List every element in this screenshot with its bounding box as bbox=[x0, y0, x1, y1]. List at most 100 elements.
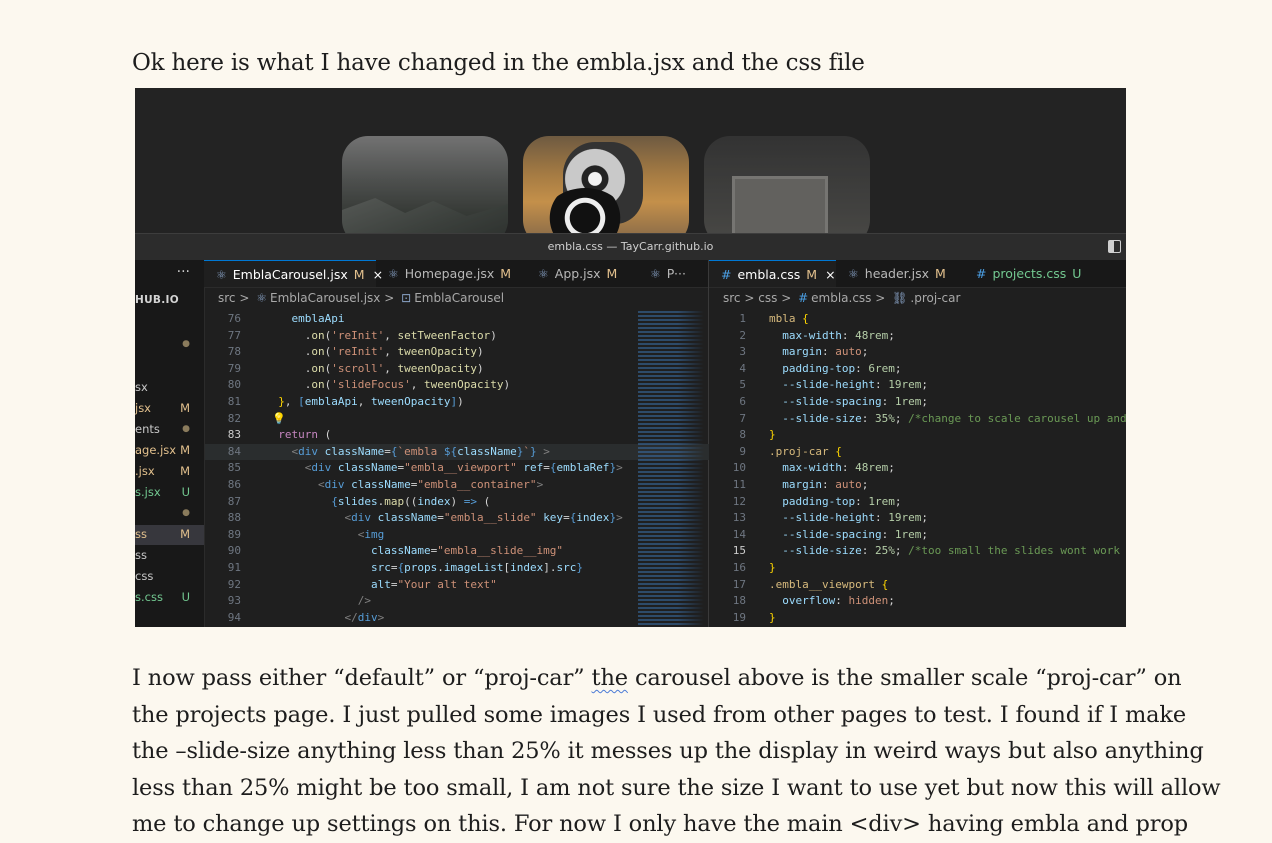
breadcrumb-file[interactable]: EmblaCarousel.jsx bbox=[270, 291, 380, 305]
code-line[interactable]: 9 .proj-car { bbox=[710, 444, 1126, 461]
code-line[interactable]: 10 max-width: 48rem; bbox=[710, 460, 1126, 477]
git-status-badge: U bbox=[181, 590, 190, 604]
line-number: 14 bbox=[732, 527, 746, 541]
git-status-badge: ● bbox=[182, 508, 190, 518]
code-line[interactable]: 4 padding-top: 6rem; bbox=[710, 361, 1126, 378]
react-file-icon: ⚛ bbox=[388, 267, 399, 281]
code-line[interactable]: 90 className="embla__slide__img" bbox=[205, 543, 709, 560]
code-line[interactable]: 94 </div> bbox=[205, 610, 709, 627]
code-line[interactable]: 93 /> bbox=[205, 593, 709, 610]
code-line[interactable]: 5 --slide-height: 19rem; bbox=[710, 377, 1126, 394]
code-line[interactable]: 7 --slide-size: 35%; /*change to scale c… bbox=[710, 411, 1126, 428]
code-text: <div className="embla__viewport" ref={em… bbox=[304, 461, 623, 475]
editor-tab[interactable]: # projects.css U bbox=[964, 260, 1126, 287]
code-line[interactable]: 87 {slides.map((index) => ( bbox=[205, 494, 709, 511]
code-line[interactable]: 17 .embla__viewport { bbox=[710, 577, 1126, 594]
tab-label: App.jsx bbox=[554, 266, 601, 281]
explorer-file-name: css bbox=[135, 569, 154, 583]
breadcrumb-file[interactable]: embla.css bbox=[811, 291, 871, 305]
explorer-file-row[interactable]: ● bbox=[135, 504, 204, 524]
breadcrumb-symbol[interactable]: EmblaCarousel bbox=[414, 291, 504, 305]
code-line[interactable]: 8} bbox=[710, 427, 1126, 444]
code-line[interactable]: 83 return ( bbox=[205, 427, 709, 444]
code-line[interactable]: 79 .on('scroll', tweenOpacity) bbox=[205, 361, 709, 378]
lightbulb-icon[interactable]: 💡 bbox=[272, 411, 286, 428]
explorer-file-row[interactable]: sx bbox=[135, 378, 204, 398]
tab-label: Homepage.jsx bbox=[404, 266, 495, 281]
code-line[interactable]: 12 padding-top: 1rem; bbox=[710, 494, 1126, 511]
code-line[interactable]: 80 .on('slideFocus', tweenOpacity) bbox=[205, 377, 709, 394]
minimap[interactable] bbox=[638, 311, 704, 627]
code-line[interactable]: 89 <img bbox=[205, 527, 709, 544]
line-number: 16 bbox=[732, 560, 746, 574]
body-text-line: me to change up settings on this. For no… bbox=[132, 806, 1188, 843]
code-line[interactable]: 11 margin: auto; bbox=[710, 477, 1126, 494]
code-line[interactable]: 85 <div className="embla__viewport" ref=… bbox=[205, 460, 709, 477]
editor-tab[interactable]: ⚛ App.jsx M bbox=[526, 260, 638, 287]
breadcrumb-src[interactable]: src bbox=[218, 291, 236, 305]
code-line[interactable]: 15 --slide-size: 25%; /*too small the sl… bbox=[710, 543, 1126, 560]
body-text-line: the projects page. I just pulled some im… bbox=[132, 697, 1186, 734]
code-text: margin: auto; bbox=[782, 477, 869, 491]
spellcheck-word[interactable]: the bbox=[592, 665, 629, 691]
css-file-icon: # bbox=[721, 267, 732, 282]
code-text: --slide-height: 19rem; bbox=[782, 378, 928, 392]
breadcrumb-sep: > bbox=[744, 291, 755, 305]
code-line[interactable]: 81 }, [emblaApi, tweenOpacity]) bbox=[205, 394, 709, 411]
explorer-file-row[interactable]: ss bbox=[135, 546, 204, 566]
git-status-badge: M bbox=[180, 401, 190, 415]
code-line[interactable]: 13 --slide-height: 19rem; bbox=[710, 510, 1126, 527]
code-line[interactable]: 86 <div className="embla__container"> bbox=[205, 477, 709, 494]
code-line[interactable]: 76 emblaApi bbox=[205, 311, 709, 328]
code-line[interactable]: 3 margin: auto; bbox=[710, 344, 1126, 361]
breadcrumb-folder[interactable]: css bbox=[758, 291, 777, 305]
explorer-file-row[interactable]: ● bbox=[135, 335, 204, 355]
code-line[interactable]: 19} bbox=[710, 610, 1126, 627]
editor-tab[interactable]: ⚛ EmblaCarousel.jsx M × bbox=[204, 260, 383, 287]
code-line[interactable]: 91 src={props.imageList[index].src} bbox=[205, 560, 709, 577]
more-actions-icon[interactable]: ··· bbox=[135, 260, 204, 287]
code-line[interactable]: 82 💡 bbox=[205, 411, 709, 428]
window-title: embla.css — TayCarr.github.io bbox=[547, 240, 714, 253]
close-tab-icon[interactable]: × bbox=[825, 267, 835, 282]
code-line[interactable]: 6 --slide-spacing: 1rem; bbox=[710, 394, 1126, 411]
line-number: 15 bbox=[732, 544, 746, 558]
explorer-file-name: ss bbox=[135, 527, 147, 541]
tab-overflow-icon[interactable]: ··· bbox=[668, 260, 708, 287]
line-number: 2 bbox=[739, 328, 746, 342]
code-line[interactable]: 77 .on('reInit', setTweenFactor) bbox=[205, 328, 709, 345]
breadcrumb-symbol[interactable]: .proj-car bbox=[910, 291, 960, 305]
explorer-file-row[interactable]: jsx M bbox=[135, 399, 204, 419]
explorer-file-row[interactable]: ss M bbox=[135, 525, 204, 545]
explorer-file-row[interactable]: s.jsx U bbox=[135, 483, 204, 503]
code-line[interactable]: 18 overflow: hidden; bbox=[710, 593, 1126, 610]
editor-tab[interactable]: ⚛ header.jsx M bbox=[836, 260, 964, 287]
code-line[interactable]: 84 <div className={`embla ${className}`}… bbox=[205, 443, 709, 461]
line-number: 8 bbox=[739, 428, 746, 442]
explorer-file-row[interactable]: ents ● bbox=[135, 420, 204, 440]
explorer-file-row[interactable]: .jsx M bbox=[135, 462, 204, 482]
explorer-file-row[interactable]: age.jsx M bbox=[135, 441, 204, 461]
explorer-file-name: s.css bbox=[135, 590, 163, 604]
code-line[interactable]: 1 mbla { bbox=[710, 311, 1126, 328]
toggle-sidebar-icon[interactable] bbox=[1108, 240, 1121, 253]
code-line[interactable]: 16} bbox=[710, 560, 1126, 577]
body-text: I now pass either “default” or “proj-car… bbox=[132, 660, 1221, 843]
code-line[interactable]: 2 max-width: 48rem; bbox=[710, 328, 1126, 345]
code-editor-right[interactable]: 1 mbla {2 max-width: 48rem; 3 margin: auto… bbox=[710, 311, 1126, 626]
breadcrumb-src[interactable]: src bbox=[723, 291, 741, 305]
breadcrumb-sep: > bbox=[384, 291, 395, 305]
editor-tab[interactable]: # embla.css M × bbox=[709, 260, 836, 287]
code-editor-left[interactable]: 76 emblaApi 77 .on('reInit', setTweenFact… bbox=[205, 311, 709, 626]
explorer-file-row[interactable]: css bbox=[135, 567, 204, 587]
code-line[interactable]: 92 alt="Your alt text" bbox=[205, 577, 709, 594]
code-text: overflow: hidden; bbox=[782, 594, 895, 608]
code-text: <div className="embla__slide" key={index… bbox=[344, 511, 623, 525]
code-line[interactable]: 14 --slide-spacing: 1rem; bbox=[710, 527, 1126, 544]
carousel-slide-frame bbox=[704, 136, 870, 246]
editor-tab[interactable]: ⚛ Homepage.jsx M bbox=[376, 260, 526, 287]
code-line[interactable]: 78 .on('reInit', tweenOpacity) bbox=[205, 344, 709, 361]
code-text: } bbox=[769, 428, 776, 442]
code-line[interactable]: 88 <div className="embla__slide" key={in… bbox=[205, 510, 709, 527]
explorer-file-row[interactable]: s.css U bbox=[135, 588, 204, 608]
